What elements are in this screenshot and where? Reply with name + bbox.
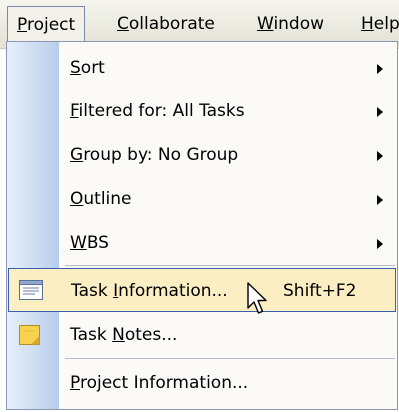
task-notes-icon [19, 325, 40, 345]
menu-item-label: WBS [70, 233, 109, 253]
menu-item-group-by[interactable]: Group by: No Group [7, 133, 397, 177]
mouse-pointer-icon [247, 282, 267, 314]
task-information-icon [19, 280, 43, 300]
menu-help-mnemonic: H [361, 14, 374, 34]
menu-separator [65, 265, 395, 266]
submenu-arrow-icon [377, 239, 383, 249]
menu-help-rest: elp [373, 14, 399, 34]
menu-project-rest: roject [26, 15, 76, 35]
menu-item-label: Filtered for: All Tasks [70, 101, 245, 121]
menu-item-label: Outline [70, 189, 132, 209]
menu-collaborate-mnemonic: C [117, 14, 129, 34]
menu-window[interactable]: Window [248, 6, 333, 42]
menu-window-rest: indow [273, 14, 325, 34]
menu-item-outline[interactable]: Outline [7, 177, 397, 221]
menu-item-label: Task Notes... [70, 325, 178, 345]
menu-collaborate[interactable]: Collaborate [108, 6, 224, 42]
menu-item-filtered-for[interactable]: Filtered for: All Tasks [7, 89, 397, 133]
menu-item-wbs[interactable]: WBS [7, 221, 397, 265]
menu-separator [65, 358, 395, 359]
menu-item-sort[interactable]: Sort [7, 46, 397, 90]
submenu-arrow-icon [377, 107, 383, 117]
submenu-arrow-icon [377, 195, 383, 205]
menu-collaborate-rest: ollaborate [128, 14, 215, 34]
menu-item-project-information[interactable]: Project Information... [7, 361, 397, 405]
menu-item-label: Sort [70, 58, 105, 78]
menu-item-label: Group by: No Group [70, 145, 239, 165]
menu-item-label: Task Information... [71, 281, 228, 301]
submenu-arrow-icon [377, 151, 383, 161]
menu-project[interactable]: Project [7, 6, 86, 42]
menu-window-mnemonic: W [257, 14, 274, 34]
menu-item-task-information[interactable]: Task Information... Shift+F2 [8, 268, 396, 312]
project-dropdown-menu: Sort Filtered for: All Tasks Group by: N… [6, 41, 398, 410]
menu-help[interactable]: Help [352, 6, 399, 42]
menu-project-mnemonic: P [17, 15, 27, 35]
submenu-arrow-icon [377, 64, 383, 74]
menu-item-label: Project Information... [70, 373, 249, 393]
menu-item-task-notes[interactable]: Task Notes... [7, 313, 397, 357]
shortcut-label: Shift+F2 [283, 281, 357, 301]
